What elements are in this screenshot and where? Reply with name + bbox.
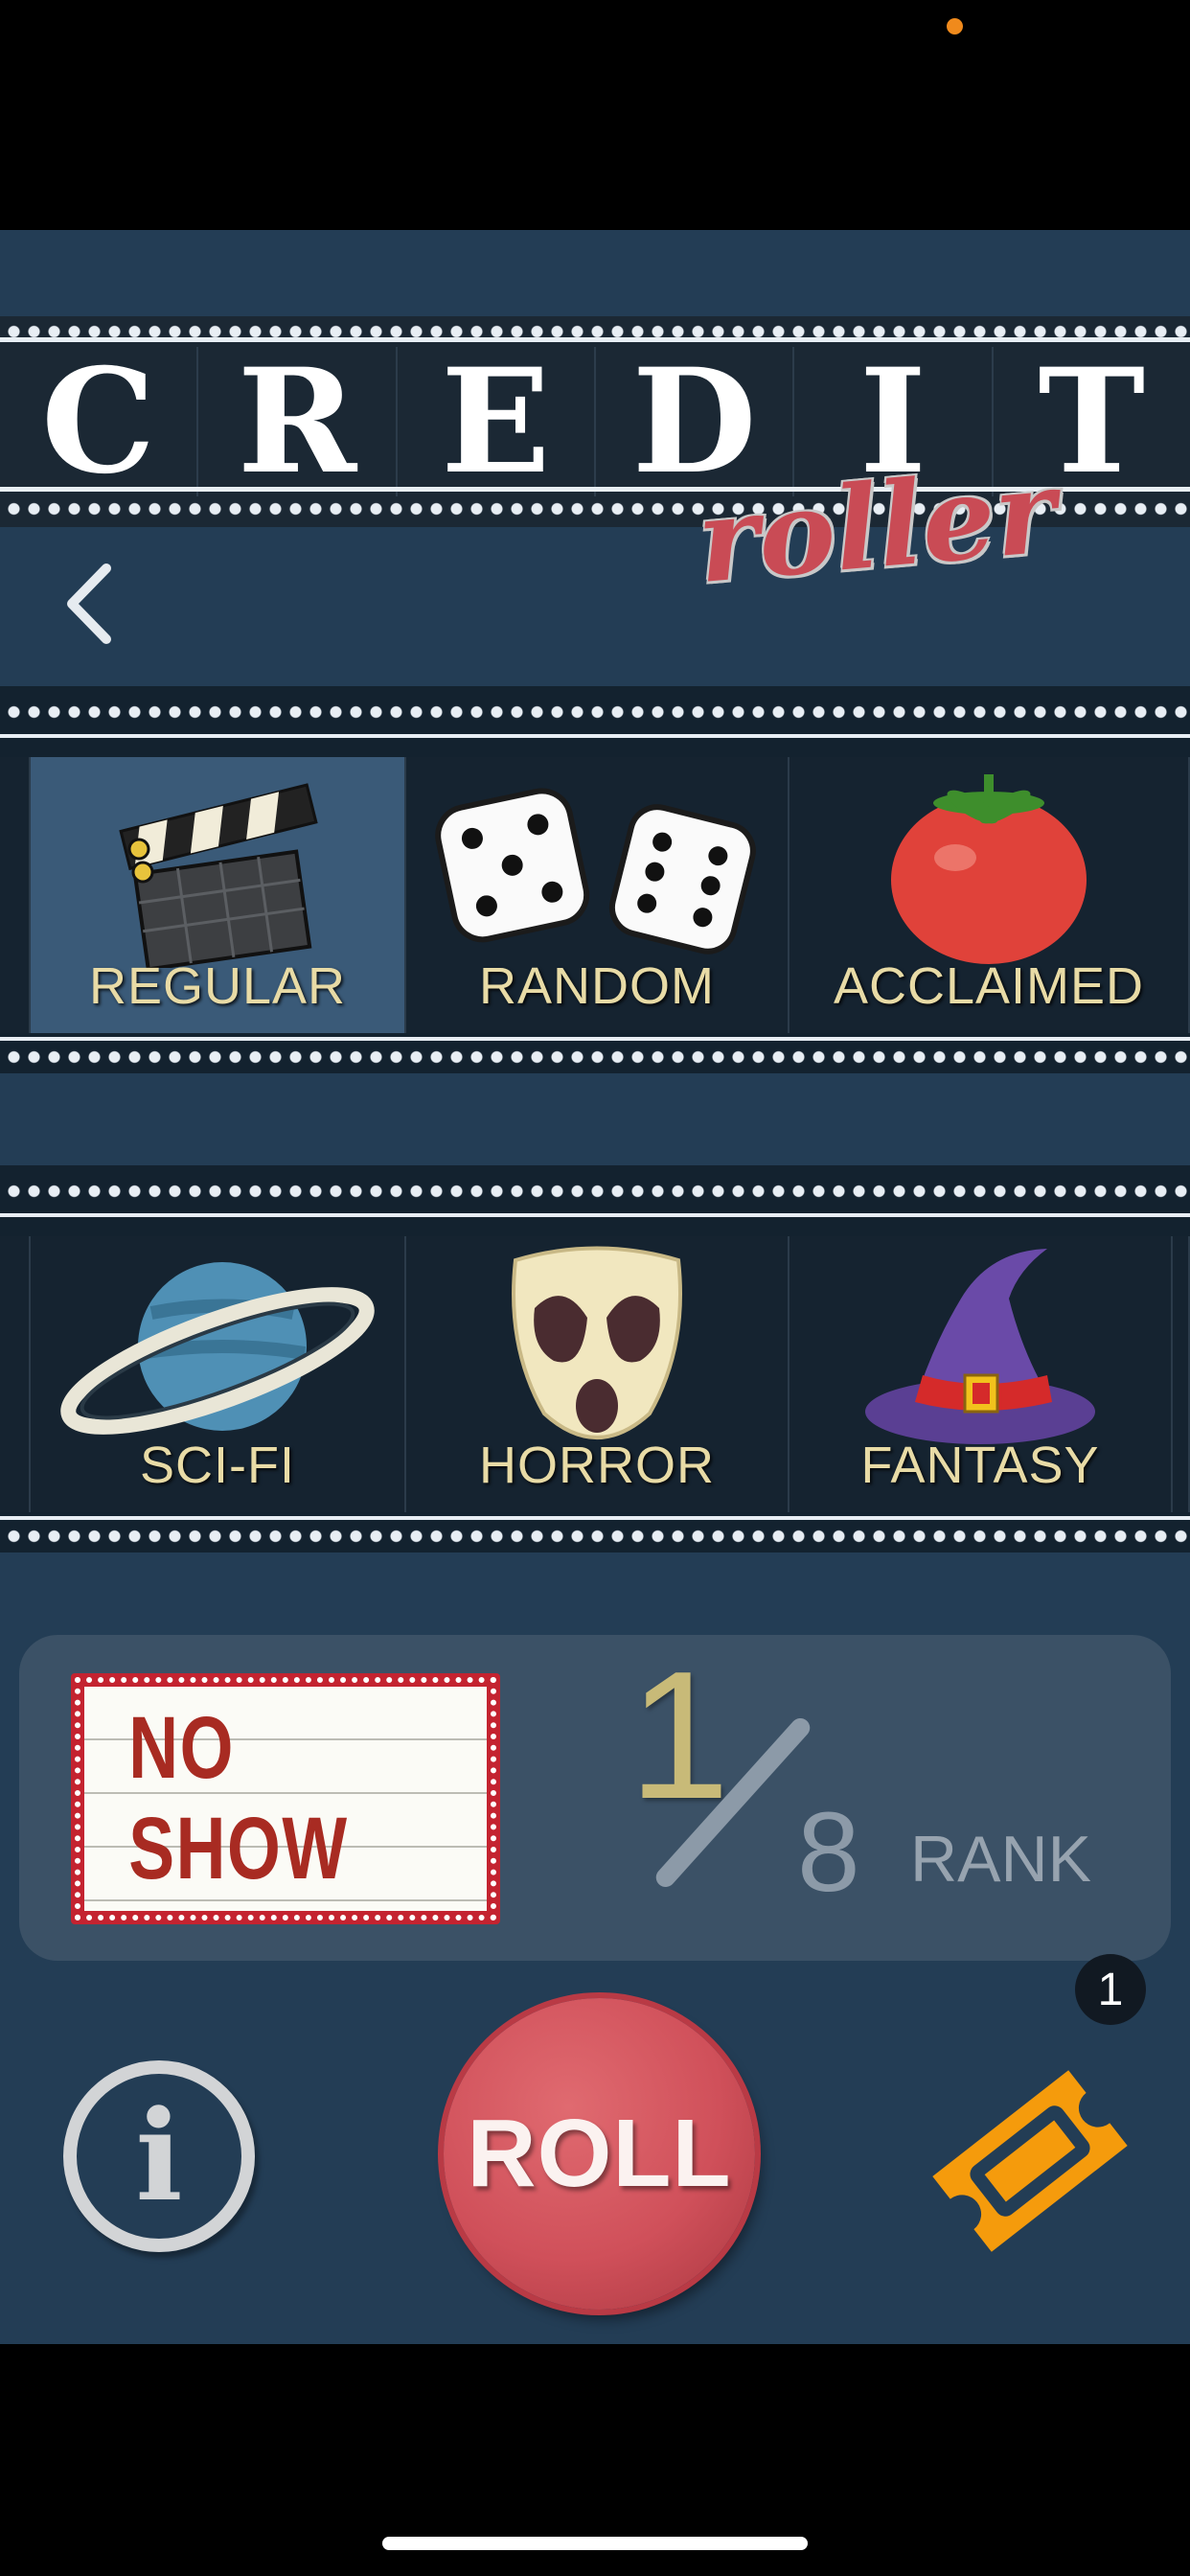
status-panel: NO SHOW 1 8 RANK: [19, 1635, 1171, 1961]
dice-icon: [435, 788, 756, 954]
film-perforations: [0, 1046, 1190, 1068]
title-letter: C: [0, 337, 199, 506]
genre-label: HORROR: [479, 1437, 715, 1494]
mask-icon: [512, 1246, 682, 1439]
film-perforations: [0, 702, 1190, 723]
ticket-count-badge: 1: [1075, 1954, 1146, 2025]
marquee-sign: NO SHOW: [71, 1673, 500, 1924]
title-letter: R: [198, 337, 398, 506]
mode-regular[interactable]: REGULAR: [31, 757, 406, 1033]
mode-label: RANDOM: [479, 957, 715, 1015]
genre-label: FANTASY: [860, 1437, 1100, 1494]
tomato-icon: [891, 774, 1087, 964]
genre-label: SCI-FI: [140, 1437, 295, 1494]
strip-edge-cell: [0, 757, 31, 1033]
divider: [0, 1037, 1190, 1041]
app-subtitle: roller: [692, 443, 1062, 610]
mode-label: REGULAR: [88, 957, 347, 1015]
witch-hat-icon: [865, 1249, 1095, 1444]
genre-strip: SCI-FI HORROR FANTASY: [0, 1165, 1190, 1552]
planet-icon: [60, 1262, 375, 1435]
ticket-icon: [932, 2070, 1128, 2252]
marquee-text: NO SHOW: [128, 1699, 349, 1898]
count-denominator: 8: [797, 1789, 860, 1916]
divider: [0, 734, 1190, 738]
film-perforations: [0, 1526, 1190, 1547]
marquee-board: NO SHOW: [84, 1687, 487, 1911]
strip-edge-cell: [1173, 1236, 1190, 1512]
strip-edge-cell: [0, 1236, 31, 1512]
home-indicator[interactable]: [382, 2537, 808, 2550]
mode-label: ACCLAIMED: [833, 957, 1145, 1015]
count-numerator: 1: [629, 1634, 730, 1837]
app-screen: C R E D I T roller REGULAR RANDOM ACCLAI…: [0, 230, 1190, 2344]
recording-indicator-dot: [947, 18, 963, 34]
genre-cells: SCI-FI HORROR FANTASY: [0, 1236, 1190, 1512]
chevron-left-icon: [67, 564, 111, 644]
roll-label: ROLL: [467, 2100, 732, 2207]
back-button[interactable]: [46, 551, 132, 656]
info-icon: i: [135, 2082, 183, 2229]
clapperboard-icon: [119, 783, 318, 968]
mode-random[interactable]: RANDOM: [406, 757, 790, 1033]
divider: [0, 1213, 1190, 1217]
roll-button[interactable]: ROLL: [444, 1998, 755, 2310]
mode-strip: REGULAR RANDOM ACCLAIMED: [0, 686, 1190, 1073]
mode-acclaimed[interactable]: ACCLAIMED: [790, 757, 1190, 1033]
rank-label: RANK: [910, 1823, 1091, 1896]
genre-fantasy[interactable]: FANTASY: [790, 1236, 1173, 1512]
genre-sci-fi[interactable]: SCI-FI: [31, 1236, 406, 1512]
genre-horror[interactable]: HORROR: [406, 1236, 790, 1512]
divider: [0, 1516, 1190, 1520]
tickets-button[interactable]: [920, 2051, 1140, 2271]
divider: [0, 337, 1190, 342]
film-perforations: [0, 1181, 1190, 1202]
status-bar: [0, 0, 1190, 230]
title-letter: E: [398, 337, 596, 506]
info-button[interactable]: i: [63, 2060, 255, 2252]
mode-cells: REGULAR RANDOM ACCLAIMED: [0, 757, 1190, 1033]
